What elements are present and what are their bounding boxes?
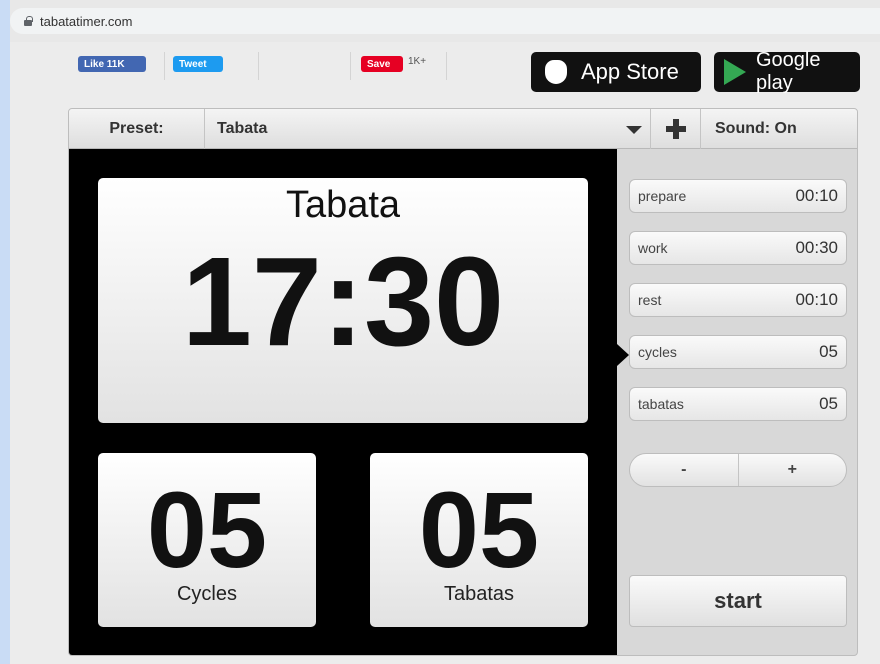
tabatas-field[interactable]: tabatas 05 [629,387,847,421]
field-label: prepare [638,188,687,204]
cycles-card: 05 Cycles [98,453,316,627]
social-row: Like 11K Tweet Save 1K+ App Store Google… [10,42,880,94]
cycles-label: Cycles [176,583,237,605]
field-value: 05 [819,394,838,413]
field-label: tabatas [638,396,684,412]
google-play-icon [724,59,746,85]
facebook-like-button[interactable]: Like 11K [78,56,146,72]
increment-button[interactable]: + [739,454,847,486]
decrement-button[interactable]: - [630,454,739,486]
tabatas-count: 05 [418,469,540,590]
rest-field[interactable]: rest 00:10 [629,283,847,317]
field-label: cycles [638,344,677,360]
timer-display: Tabata 17:30 05 Cycles 05 Tabatas [69,149,617,655]
preset-value: Tabata [217,120,268,137]
field-label: work [638,240,668,256]
timer-time: 17:30 [181,231,505,372]
timer-widget: Preset: Tabata Sound: On Tabata 17:30 05… [68,108,858,656]
divider [258,52,259,80]
google-play-label: Google play [756,49,821,94]
address-bar[interactable]: tabatatimer.com [10,8,880,34]
app-store-label: App Store [581,59,679,84]
divider [446,52,447,80]
url-text: tabatatimer.com [40,13,133,29]
chevron-down-icon [626,126,642,134]
sound-toggle[interactable]: Sound: On [701,109,857,149]
app-store-badge[interactable]: App Store [531,52,701,92]
tabatas-card: 05 Tabatas [370,453,588,627]
field-value: 00:10 [795,186,838,205]
preset-label: Preset: [69,109,205,149]
tabatas-label: Tabatas [443,583,515,605]
google-play-badge[interactable]: Google play [714,49,860,94]
selected-field-pointer-icon [617,344,629,366]
apple-icon [545,60,567,84]
pinterest-save-button[interactable]: Save [361,56,403,72]
divider [350,52,351,80]
tweet-button[interactable]: Tweet [173,56,223,72]
start-button[interactable]: start [629,575,847,627]
window-edge [0,0,10,664]
main-timer-card: Tabata 17:30 [98,178,588,423]
value-stepper: - + [629,453,847,487]
work-field[interactable]: work 00:30 [629,231,847,265]
plus-icon [665,119,686,139]
settings-panel: prepare 00:10 work 00:30 rest 00:10 cycl… [617,149,857,655]
field-label: rest [638,292,662,308]
lock-icon [24,15,33,26]
add-preset-button[interactable] [651,109,701,149]
field-value: 00:30 [795,238,838,257]
prepare-field[interactable]: prepare 00:10 [629,179,847,213]
timer-toolbar: Preset: Tabata Sound: On [69,109,857,149]
page: Like 11K Tweet Save 1K+ App Store Google… [10,42,880,664]
field-value: 05 [819,342,838,361]
cycles-count: 05 [146,469,268,590]
field-value: 00:10 [795,290,838,309]
pinterest-count: 1K+ [408,56,427,67]
preset-select[interactable]: Tabata [205,109,651,149]
cycles-field[interactable]: cycles 05 [629,335,847,369]
divider [164,52,165,80]
timer-title: Tabata [285,184,401,226]
